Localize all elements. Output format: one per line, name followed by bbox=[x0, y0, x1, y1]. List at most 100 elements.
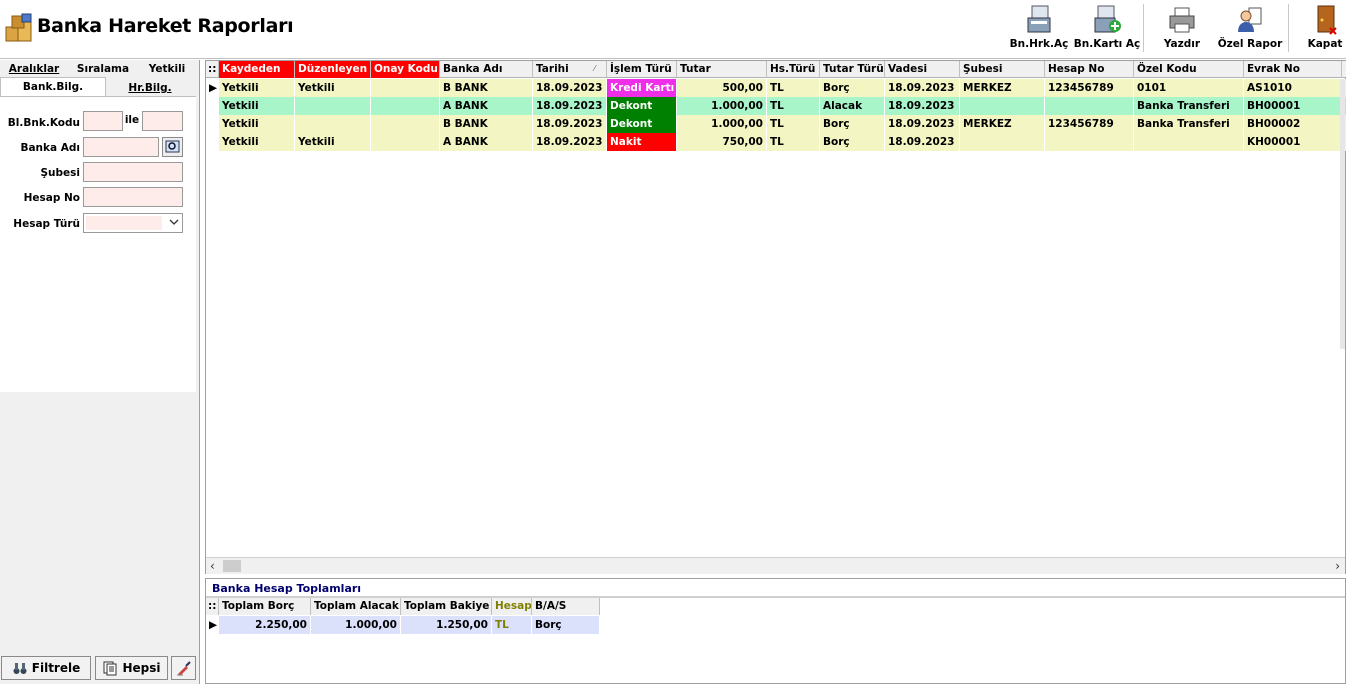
bank-lookup-button[interactable] bbox=[162, 137, 183, 157]
custom-report-button[interactable]: Özel Rapor bbox=[1217, 4, 1283, 54]
cell-hesap-no bbox=[1045, 133, 1134, 151]
bank-code-from-input[interactable] bbox=[83, 111, 123, 131]
table-row[interactable]: Yetkili Yetkili A BANK 18.09.2023 Nakit … bbox=[206, 133, 1346, 151]
bank-card-open-button[interactable]: Bn.Kartı Aç bbox=[1073, 4, 1141, 54]
tab-yetkili[interactable]: Yetkili bbox=[138, 60, 196, 77]
filter-tabs: Aralıklar Sıralama Yetkili bbox=[0, 60, 196, 77]
row-indicator bbox=[206, 133, 219, 151]
col-header-ozel-kodu[interactable]: Özel Kodu bbox=[1134, 61, 1244, 78]
bank-movement-open-button[interactable]: Bn.Hrk.Aç bbox=[1009, 4, 1069, 54]
lookup-icon bbox=[165, 140, 180, 153]
scroll-right-icon[interactable]: › bbox=[1335, 559, 1340, 573]
cell-evrak: KH00001 bbox=[1244, 133, 1342, 151]
print-button[interactable]: Yazdır bbox=[1158, 4, 1206, 54]
account-type-label: Hesap Türü bbox=[13, 218, 80, 230]
totals-row[interactable]: ▶ 2.250,00 1.000,00 1.250,00 TL Borç bbox=[206, 616, 600, 634]
cell-ozel: 0101 bbox=[1134, 79, 1244, 97]
grid-corner: :: bbox=[206, 61, 219, 78]
col-header-bas[interactable]: B/A/S bbox=[532, 598, 600, 615]
cell-kaydeden: Yetkili bbox=[219, 133, 295, 151]
header-divider bbox=[0, 58, 1346, 59]
filter-button[interactable]: Filtrele bbox=[1, 656, 91, 680]
account-type-value bbox=[86, 216, 162, 230]
table-row[interactable]: Yetkili A BANK 18.09.2023 Dekont 1.000,0… bbox=[206, 97, 1346, 115]
cell-duzenleyen bbox=[295, 97, 371, 115]
bank-name-label: Banka Adı bbox=[20, 142, 80, 154]
col-header-onay-kodu[interactable]: Onay Kodu bbox=[371, 61, 440, 78]
cell-duzenleyen: Yetkili bbox=[295, 79, 371, 97]
bank-movements-grid: :: Kaydeden Düzenleyen Onay Kodu Banka A… bbox=[205, 60, 1346, 574]
branch-input[interactable] bbox=[83, 162, 183, 182]
cell-kaydeden: Yetkili bbox=[219, 79, 295, 97]
col-header-islem-turu[interactable]: İşlem Türü bbox=[607, 61, 677, 78]
custom-report-label: Özel Rapor bbox=[1217, 38, 1283, 50]
tab-bank-bilg[interactable]: Bank.Bilg. bbox=[0, 77, 106, 97]
col-header-tutar[interactable]: Tutar bbox=[677, 61, 767, 78]
cell-banka: A BANK bbox=[440, 97, 533, 115]
cell-sube: MERKEZ bbox=[960, 115, 1045, 133]
scroll-left-icon[interactable]: ‹ bbox=[210, 559, 215, 573]
clear-filter-button[interactable] bbox=[171, 656, 196, 680]
cell-hs-turu: TL bbox=[767, 97, 820, 115]
toolbar-separator bbox=[1288, 4, 1289, 52]
cell-tutar-turu: Alacak bbox=[820, 97, 885, 115]
col-header-subesi[interactable]: Şubesi bbox=[960, 61, 1045, 78]
account-type-select[interactable] bbox=[83, 213, 183, 233]
table-row[interactable]: ▶ Yetkili Yetkili B BANK 18.09.2023 Kred… bbox=[206, 79, 1346, 97]
col-header-hs-turu[interactable]: Hs.Türü bbox=[767, 61, 820, 78]
col-header-toplam-alacak[interactable]: Toplam Alacak bbox=[311, 598, 401, 615]
col-header-toplam-bakiye[interactable]: Toplam Bakiye bbox=[401, 598, 492, 615]
vertical-scrollbar[interactable] bbox=[1340, 79, 1345, 349]
range-ile-label: ile bbox=[124, 114, 140, 126]
bank-code-to-input[interactable] bbox=[142, 111, 183, 131]
row-indicator-icon: ▶ bbox=[206, 79, 219, 97]
eraser-brush-icon bbox=[176, 661, 191, 676]
cell-sube: MERKEZ bbox=[960, 79, 1045, 97]
col-header-duzenleyen[interactable]: Düzenleyen bbox=[295, 61, 371, 78]
col-header-hesap[interactable]: Hesap bbox=[492, 598, 532, 615]
cell-tutar: 750,00 bbox=[677, 133, 767, 151]
cell-ozel: Banka Transferi bbox=[1134, 115, 1244, 133]
account-no-input[interactable] bbox=[83, 187, 183, 207]
filter-panel: Aralıklar Sıralama Yetkili Bank.Bilg. Hr… bbox=[0, 60, 200, 684]
col-header-toplam-borc[interactable]: Toplam Borç bbox=[219, 598, 311, 615]
cell-hs-turu: TL bbox=[767, 115, 820, 133]
chevron-down-icon bbox=[169, 219, 179, 225]
cell-ozel bbox=[1134, 133, 1244, 151]
cell-vade: 18.09.2023 bbox=[885, 133, 960, 151]
show-all-label: Hepsi bbox=[122, 661, 161, 675]
bank-name-input[interactable] bbox=[83, 137, 159, 157]
col-header-vadesi[interactable]: Vadesi bbox=[885, 61, 960, 78]
cell-toplam-alacak: 1.000,00 bbox=[311, 616, 401, 634]
cell-vade: 18.09.2023 bbox=[885, 97, 960, 115]
col-header-tarihi[interactable]: Tarihi bbox=[533, 61, 607, 78]
tab-hr-bilg[interactable]: Hr.Bilg. bbox=[108, 79, 192, 94]
cell-islem: Kredi Kartı bbox=[607, 79, 677, 97]
cell-hs-turu: TL bbox=[767, 133, 820, 151]
cell-vade: 18.09.2023 bbox=[885, 115, 960, 133]
cell-ozel: Banka Transferi bbox=[1134, 97, 1244, 115]
cell-tutar: 1.000,00 bbox=[677, 97, 767, 115]
cell-vade: 18.09.2023 bbox=[885, 79, 960, 97]
tab-araliklar[interactable]: Aralıklar bbox=[0, 60, 68, 77]
horizontal-scrollbar[interactable]: ‹ › bbox=[206, 557, 1345, 574]
header: Banka Hareket Raporları Bn.Hrk.Aç Bn.Kar… bbox=[0, 0, 1346, 58]
table-row[interactable]: Yetkili B BANK 18.09.2023 Dekont 1.000,0… bbox=[206, 115, 1346, 133]
cell-tutar-turu: Borç bbox=[820, 133, 885, 151]
close-button[interactable]: Kapat bbox=[1304, 4, 1346, 54]
col-header-hesap-no[interactable]: Hesap No bbox=[1045, 61, 1134, 78]
page-title: Banka Hareket Raporları bbox=[37, 15, 294, 37]
cell-islem: Nakit bbox=[607, 133, 677, 151]
cell-sube bbox=[960, 133, 1045, 151]
col-header-tutar-turu[interactable]: Tutar Türü bbox=[820, 61, 885, 78]
cell-banka: B BANK bbox=[440, 115, 533, 133]
cell-tarih: 18.09.2023 bbox=[533, 115, 607, 133]
col-header-kaydeden[interactable]: Kaydeden bbox=[219, 61, 295, 78]
col-header-evrak-no[interactable]: Evrak No bbox=[1244, 61, 1342, 78]
scroll-thumb[interactable] bbox=[223, 560, 241, 572]
tab-siralama[interactable]: Sıralama bbox=[68, 60, 138, 77]
show-all-button[interactable]: Hepsi bbox=[95, 656, 168, 680]
cell-hesap: TL bbox=[492, 616, 532, 634]
toolbar-separator bbox=[1143, 4, 1144, 52]
col-header-banka-adi[interactable]: Banka Adı bbox=[440, 61, 533, 78]
